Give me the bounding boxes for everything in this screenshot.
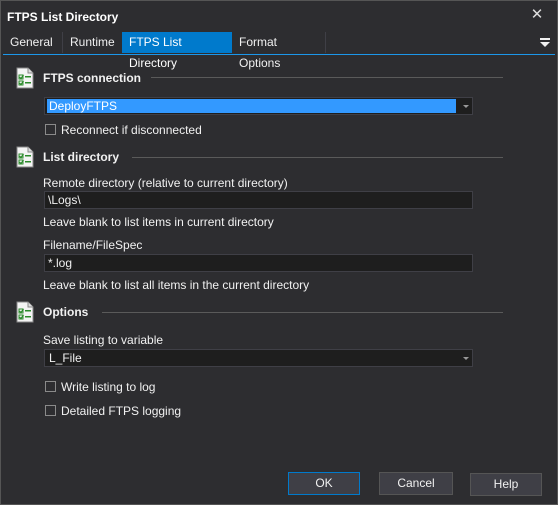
tab-bar: General Runtime FTPS List Directory Form… — [3, 32, 555, 70]
save-variable-label: Save listing to variable — [43, 333, 164, 347]
section-divider — [102, 312, 503, 313]
section-title-ftps-connection: FTPS connection — [43, 71, 142, 85]
section-divider — [151, 77, 503, 78]
remote-directory-hint: Leave blank to list items in current dir… — [43, 215, 274, 229]
dialog-window: FTPS List Directory ✕ General Runtime FT… — [0, 0, 558, 505]
ftps-connection-select[interactable]: DeployFTPS — [44, 97, 473, 115]
section-title-list-directory: List directory — [43, 150, 120, 164]
chevron-down-icon — [463, 357, 469, 360]
detailed-logging-label[interactable]: Detailed FTPS logging — [61, 404, 181, 418]
checklist-icon — [16, 146, 34, 168]
window-title: FTPS List Directory — [7, 10, 119, 24]
section-title-options: Options — [43, 305, 89, 319]
tab-runtime[interactable]: Runtime — [63, 32, 123, 53]
detailed-logging-checkbox[interactable] — [45, 405, 56, 416]
filespec-label: Filename/FileSpec — [43, 238, 143, 252]
title-bar: FTPS List Directory ✕ — [1, 1, 557, 31]
tab-menu-icon[interactable] — [539, 35, 551, 49]
reconnect-checkbox[interactable] — [45, 124, 56, 135]
save-variable-select[interactable]: L_File — [44, 349, 473, 367]
checklist-icon — [16, 301, 34, 323]
close-icon[interactable]: ✕ — [529, 7, 545, 23]
save-variable-value: L_File — [49, 351, 82, 365]
remote-directory-label: Remote directory (relative to current di… — [43, 176, 288, 190]
section-divider — [132, 157, 503, 158]
chevron-down-icon — [463, 105, 469, 108]
checklist-icon — [16, 67, 34, 89]
tab-ftps-list-directory[interactable]: FTPS List Directory — [122, 32, 233, 70]
cancel-button[interactable]: Cancel — [379, 472, 453, 495]
filespec-hint: Leave blank to list all items in the cur… — [43, 278, 310, 292]
tab-general[interactable]: General — [3, 32, 63, 53]
write-log-checkbox[interactable] — [45, 381, 56, 392]
reconnect-label[interactable]: Reconnect if disconnected — [61, 123, 202, 137]
ok-button[interactable]: OK — [288, 472, 360, 495]
filespec-input[interactable]: *.log — [44, 254, 473, 272]
remote-directory-input[interactable]: \Logs\ — [44, 191, 473, 209]
help-button[interactable]: Help — [470, 473, 542, 496]
write-log-label[interactable]: Write listing to log — [61, 380, 155, 394]
tab-format-options[interactable]: Format Options — [232, 32, 326, 70]
ftps-connection-value: DeployFTPS — [47, 99, 456, 113]
